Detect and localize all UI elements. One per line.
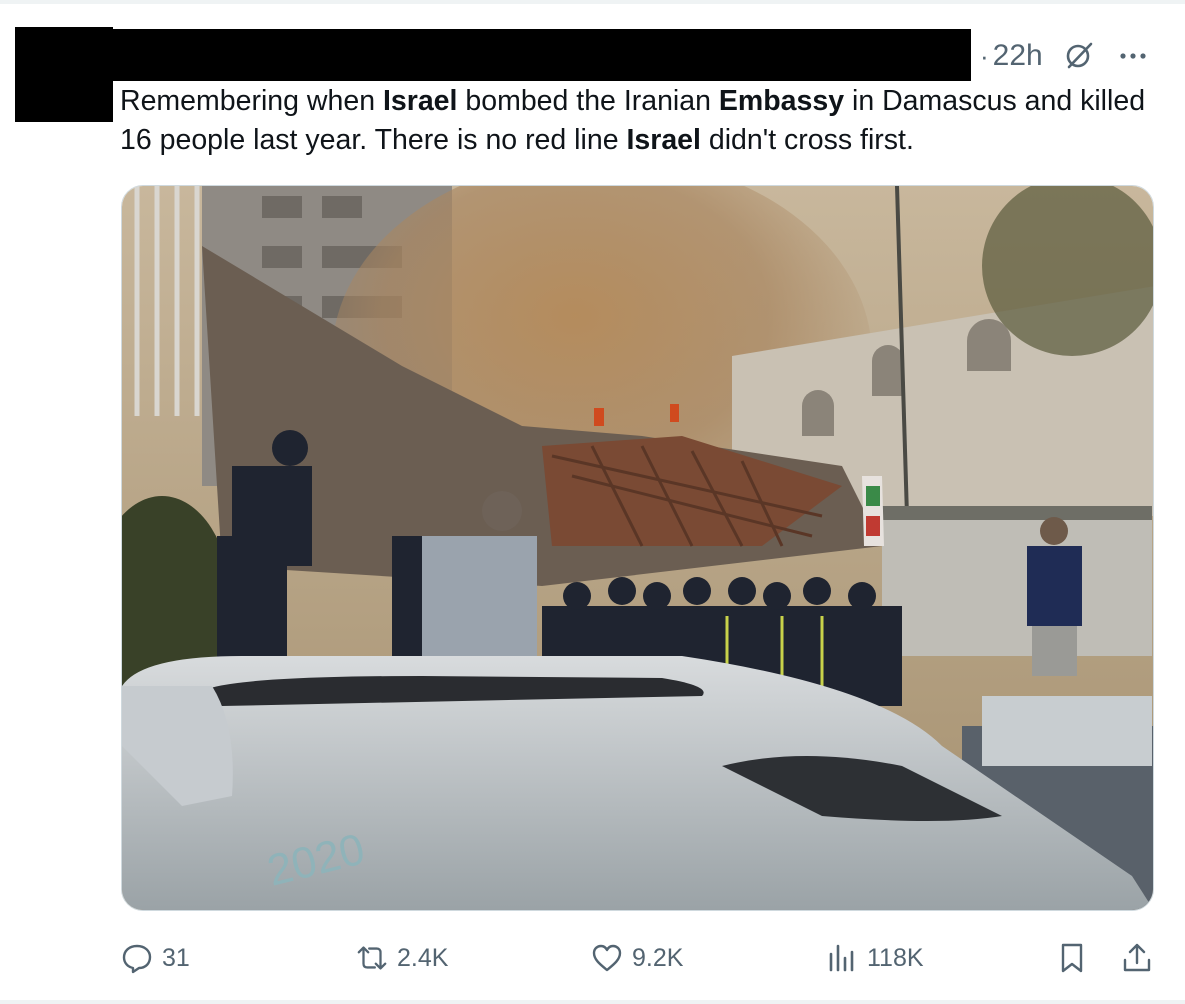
tweet-text-segment: bombed the Iranian (457, 85, 719, 117)
avatar[interactable] (15, 27, 113, 122)
views-count: 118K (867, 943, 924, 972)
tweet-photo[interactable]: 2020 (121, 185, 1154, 911)
more-icon[interactable] (1117, 40, 1149, 72)
reply-button[interactable]: 31 (120, 938, 190, 978)
reply-count: 31 (162, 943, 190, 972)
like-button[interactable]: 9.2K (590, 938, 683, 978)
repost-count: 2.4K (397, 943, 449, 972)
views-chart-icon (825, 941, 859, 975)
reply-icon (120, 941, 154, 975)
tweet-actions: 31 2.4K 9.2K 118K (120, 938, 1160, 978)
tweet-text-segment: didn't cross first. (700, 124, 914, 156)
tweet-timestamp[interactable]: 22h (993, 39, 1043, 73)
repost-icon (355, 941, 389, 975)
views-button[interactable]: 118K (825, 938, 924, 978)
tweet-text-bold-segment: Embassy (718, 85, 845, 117)
heart-icon (590, 941, 624, 975)
tweet-meta: · 22h (980, 38, 1149, 74)
divider-bottom (0, 1000, 1185, 1004)
grok-icon[interactable] (1063, 40, 1095, 72)
tweet-text-bold-segment: Israel (382, 85, 458, 117)
author-name[interactable] (113, 29, 971, 81)
tweet-text: Remembering when Israel bombed the Irani… (120, 82, 1160, 160)
share-button[interactable] (1120, 938, 1162, 978)
tweet-text-segment: Remembering when (120, 85, 383, 117)
bookmark-icon (1055, 941, 1089, 975)
bookmark-button[interactable] (1055, 938, 1097, 978)
tweet-text-bold-segment: Israel (626, 124, 701, 156)
divider-top (0, 0, 1185, 4)
time-separator: · (980, 40, 989, 71)
like-count: 9.2K (632, 943, 684, 972)
repost-button[interactable]: 2.4K (355, 938, 448, 978)
share-icon (1120, 941, 1154, 975)
